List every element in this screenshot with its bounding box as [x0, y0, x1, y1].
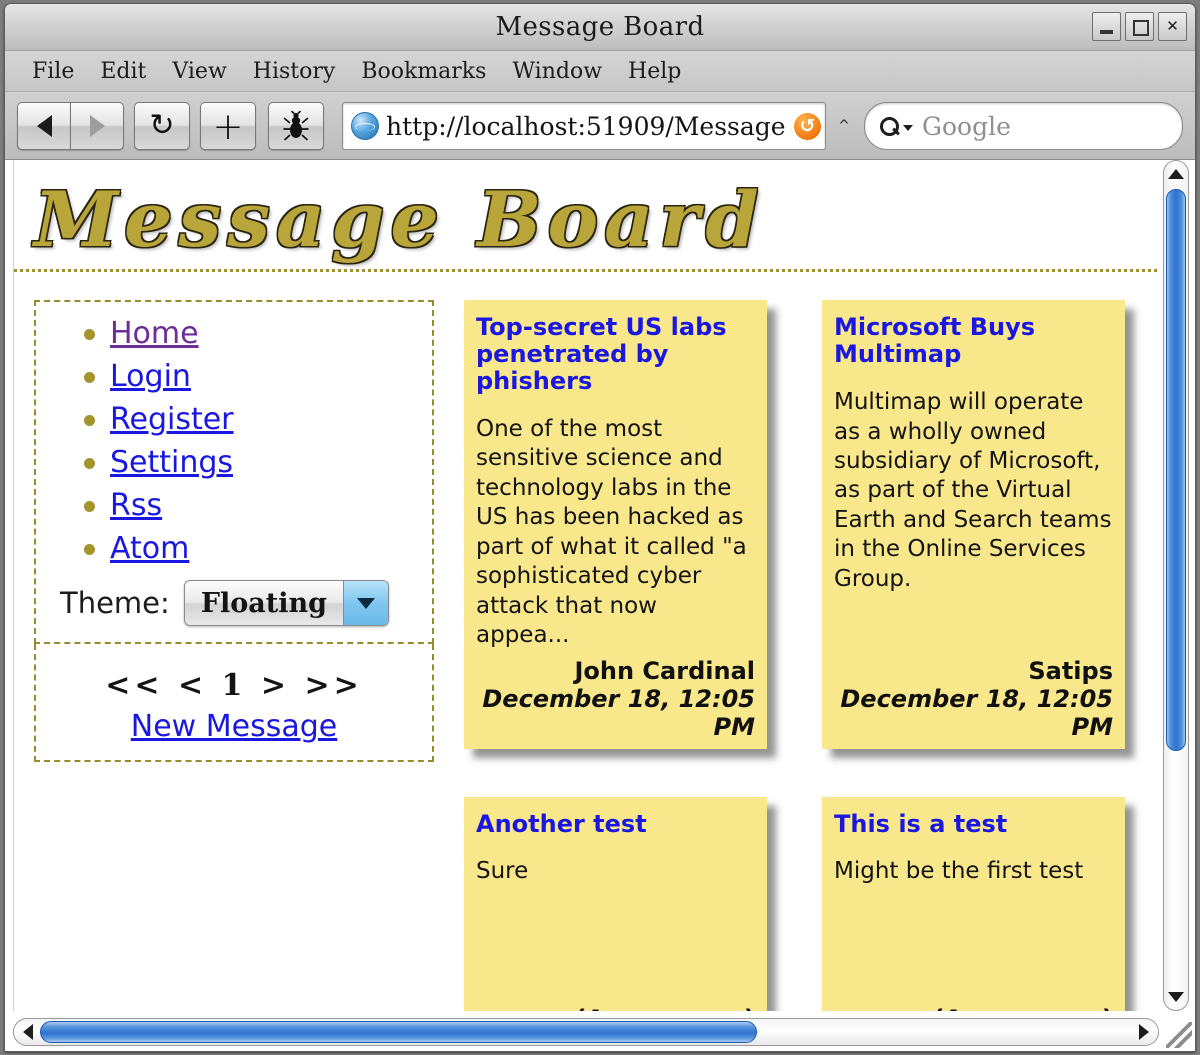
- page-body: Home Login Register Settings Rss Atom Th…: [14, 272, 1163, 1011]
- message-title[interactable]: Top-secret US labs penetrated by phisher…: [476, 314, 755, 395]
- list-item: Rss: [78, 488, 416, 523]
- vertical-scrollbar-thumb[interactable]: [1166, 189, 1186, 751]
- page-title: Message Board: [34, 175, 765, 264]
- menu-item-history[interactable]: History: [240, 57, 349, 86]
- message-body: Might be the first test: [834, 858, 1084, 885]
- web-page: Message Board Home Login Register Settin…: [14, 160, 1163, 1011]
- menu-item-edit[interactable]: Edit: [87, 57, 159, 86]
- url-input[interactable]: http://localhost:51909/Message: [386, 112, 794, 141]
- minimize-button[interactable]: [1092, 12, 1121, 41]
- new-tab-button[interactable]: +: [200, 102, 256, 150]
- chevron-down-icon: [1168, 992, 1184, 1002]
- window-title: Message Board: [495, 12, 705, 42]
- scroll-right-button[interactable]: [1132, 1019, 1156, 1045]
- message-title[interactable]: Another test: [476, 810, 755, 838]
- globe-icon: [351, 112, 379, 140]
- vertical-scrollbar[interactable]: [1163, 160, 1189, 1011]
- browser-window: Message Board ✕ File Edit View History B…: [4, 3, 1196, 1052]
- sidebar-item-login[interactable]: Login: [110, 359, 191, 394]
- message-date: December 18, 12:05 PM: [482, 684, 755, 741]
- theme-label: Theme:: [60, 586, 170, 621]
- new-message-link[interactable]: New Message: [131, 709, 337, 744]
- sidebar-item-register[interactable]: Register: [110, 402, 234, 437]
- search-engine-caret-icon[interactable]: [903, 125, 913, 131]
- message-title[interactable]: This is a test: [834, 810, 1113, 838]
- message-title[interactable]: Microsoft Buys Multimap: [834, 314, 1113, 368]
- sidebar: Home Login Register Settings Rss Atom Th…: [34, 300, 434, 1011]
- search-input-placeholder[interactable]: Google: [922, 112, 1011, 141]
- sidebar-item-atom[interactable]: Atom: [110, 531, 189, 566]
- navigation-toolbar: ↻ + http://localhost:51909/Message ↺ ^ G…: [5, 92, 1195, 161]
- message-body: Sure: [476, 858, 529, 885]
- horizontal-scrollbar-thumb[interactable]: [40, 1021, 757, 1043]
- list-item: Register: [78, 402, 416, 437]
- resize-grip[interactable]: [1166, 1022, 1192, 1048]
- message-date: December 18, 12:05 PM: [840, 684, 1113, 741]
- title-bar: Message Board ✕: [5, 4, 1195, 51]
- scroll-left-button[interactable]: [16, 1019, 40, 1045]
- plus-icon: +: [212, 104, 244, 148]
- theme-select[interactable]: Floating: [183, 580, 389, 627]
- nav-list: Home Login Register Settings Rss Atom: [52, 316, 416, 566]
- page-viewport: Message Board Home Login Register Settin…: [13, 160, 1163, 1011]
- menu-bar: File Edit View History Bookmarks Window …: [5, 51, 1195, 92]
- list-item: Settings: [78, 445, 416, 480]
- message-author: Satips: [1028, 656, 1113, 685]
- horizontal-scrollbar[interactable]: [13, 1018, 1159, 1046]
- scroll-down-button[interactable]: [1164, 986, 1188, 1008]
- list-item: Home: [78, 316, 416, 351]
- search-icon: [879, 116, 900, 137]
- theme-select-value: Floating: [200, 587, 327, 619]
- message-author: (Anonymous): [476, 1005, 755, 1011]
- message-grid: Top-secret US labs penetrated by phisher…: [434, 300, 1163, 1011]
- pagination[interactable]: << < 1 > >>: [52, 668, 416, 703]
- sidebar-nav-panel: Home Login Register Settings Rss Atom Th…: [34, 300, 434, 645]
- menu-item-bookmarks[interactable]: Bookmarks: [348, 57, 499, 86]
- chevron-up-icon: [1168, 169, 1184, 179]
- reload-button[interactable]: ↻: [134, 102, 190, 150]
- close-button[interactable]: ✕: [1158, 12, 1187, 41]
- url-bar[interactable]: http://localhost:51909/Message ↺: [342, 102, 826, 150]
- message-body: One of the most sensitive science and te…: [476, 416, 747, 649]
- chevron-down-icon[interactable]: [342, 581, 388, 626]
- list-item: Atom: [78, 531, 416, 566]
- menu-item-window[interactable]: Window: [499, 57, 615, 86]
- list-item: Login: [78, 359, 416, 394]
- close-icon: ✕: [1166, 17, 1179, 35]
- sidebar-item-home[interactable]: Home: [110, 316, 199, 351]
- forward-button[interactable]: [70, 102, 124, 150]
- back-forward-group: [17, 102, 124, 150]
- bug-icon: [283, 111, 309, 141]
- new-message-wrap: New Message: [52, 709, 416, 744]
- back-arrow-icon: [36, 115, 52, 137]
- url-history-caret-icon[interactable]: ^: [836, 118, 852, 134]
- scroll-up-button[interactable]: [1164, 163, 1188, 185]
- chevron-right-icon: [1139, 1024, 1149, 1040]
- message-body: Multimap will operate as a wholly owned …: [834, 389, 1112, 592]
- debug-button[interactable]: [268, 102, 324, 150]
- message-card[interactable]: Another test Sure (Anonymous) December 1…: [464, 796, 767, 1011]
- maximize-button[interactable]: [1125, 12, 1154, 41]
- chevron-left-icon: [23, 1024, 33, 1040]
- message-author: (Anonymous): [834, 1005, 1113, 1011]
- content-area: Message Board Home Login Register Settin…: [5, 159, 1195, 1051]
- sidebar-pager-panel: << < 1 > >> New Message: [34, 644, 434, 763]
- message-card[interactable]: Top-secret US labs penetrated by phisher…: [464, 300, 767, 749]
- sidebar-item-settings[interactable]: Settings: [110, 445, 233, 480]
- sidebar-item-rss[interactable]: Rss: [110, 488, 162, 523]
- theme-row: Theme: Floating: [52, 580, 416, 627]
- menu-item-help[interactable]: Help: [615, 57, 694, 86]
- message-author: John Cardinal: [574, 656, 755, 685]
- message-card[interactable]: This is a test Might be the first test (…: [822, 796, 1125, 1011]
- menu-item-view[interactable]: View: [159, 57, 239, 86]
- site-banner: Message Board: [14, 160, 1157, 273]
- go-reload-icon[interactable]: ↺: [794, 112, 821, 140]
- forward-arrow-icon: [89, 115, 105, 137]
- message-card[interactable]: Microsoft Buys Multimap Multimap will op…: [822, 300, 1125, 749]
- window-controls: ✕: [1092, 12, 1187, 41]
- back-button[interactable]: [17, 102, 70, 150]
- menu-item-file[interactable]: File: [19, 57, 87, 86]
- reload-icon: ↻: [149, 108, 175, 143]
- search-bar[interactable]: Google: [864, 102, 1183, 150]
